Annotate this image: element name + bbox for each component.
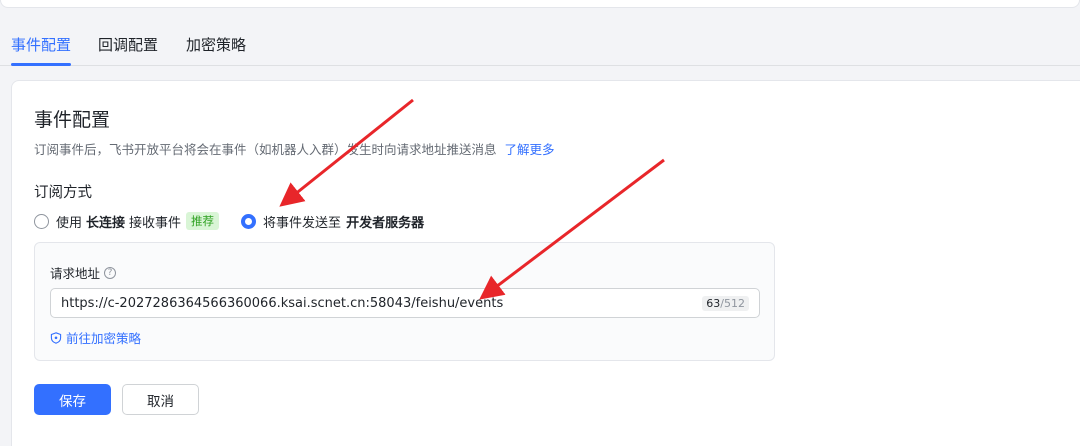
question-circle-icon[interactable]: ? [104, 266, 117, 279]
go-to-encryption-text: 前往加密策略 [66, 331, 142, 346]
cancel-button[interactable]: 取消 [122, 384, 199, 415]
save-button[interactable]: 保存 [34, 384, 111, 415]
request-url-field[interactable]: 63/512 [50, 288, 760, 318]
char-count: 63 [706, 296, 721, 310]
radio-developer-server[interactable] [241, 213, 257, 229]
section-description: 订阅事件后，飞书开放平台将会在事件（如机器人入群）发生时向请求地址推送消息 了解… [34, 139, 555, 158]
option-server-prefix: 将事件发送至 [263, 215, 342, 231]
description-text: 订阅事件后，飞书开放平台将会在事件（如机器人入群）发生时向请求地址推送消息 [34, 142, 497, 157]
subscription-method-radio-group: 使用 长连接 接收事件 推荐 将事件发送至 开发者服务器 [34, 211, 424, 231]
radio-long-connection[interactable] [34, 213, 49, 229]
radio-option-developer-server[interactable]: 将事件发送至 开发者服务器 [241, 212, 424, 231]
recommended-badge: 推荐 [186, 212, 220, 230]
option-long-prefix: 使用 [56, 215, 83, 231]
tab-event-config[interactable]: 事件配置 [11, 34, 71, 55]
option-long-bold: 长连接 [86, 215, 126, 231]
top-card [0, 0, 1080, 8]
char-counter: 63/512 [702, 295, 749, 311]
learn-more-link[interactable]: 了解更多 [505, 142, 555, 157]
request-url-label: 请求地址 ? [50, 263, 117, 282]
tab-bar: 事件配置 回调配置 加密策略 [0, 22, 1080, 66]
event-config-card: 事件配置 订阅事件后，飞书开放平台将会在事件（如机器人入群）发生时向请求地址推送… [11, 80, 1080, 446]
radio-option-long-connection[interactable]: 使用 长连接 接收事件 推荐 [34, 212, 220, 231]
go-to-encryption-link[interactable]: 前往加密策略 [50, 328, 141, 347]
option-server-bold: 开发者服务器 [346, 215, 425, 231]
tab-encryption-strategy[interactable]: 加密策略 [186, 34, 246, 55]
section-title: 事件配置 [34, 109, 111, 131]
active-tab-indicator [11, 63, 71, 66]
subscription-method-title: 订阅方式 [34, 185, 92, 201]
option-long-suffix: 接收事件 [129, 215, 182, 231]
request-url-input[interactable] [61, 295, 703, 311]
request-url-panel: 请求地址 ? 63/512 前往加密策略 [34, 242, 775, 361]
char-max: /512 [720, 296, 745, 310]
request-url-label-text: 请求地址 [50, 266, 101, 281]
tab-callback-config[interactable]: 回调配置 [98, 34, 158, 55]
shield-icon [50, 331, 62, 344]
